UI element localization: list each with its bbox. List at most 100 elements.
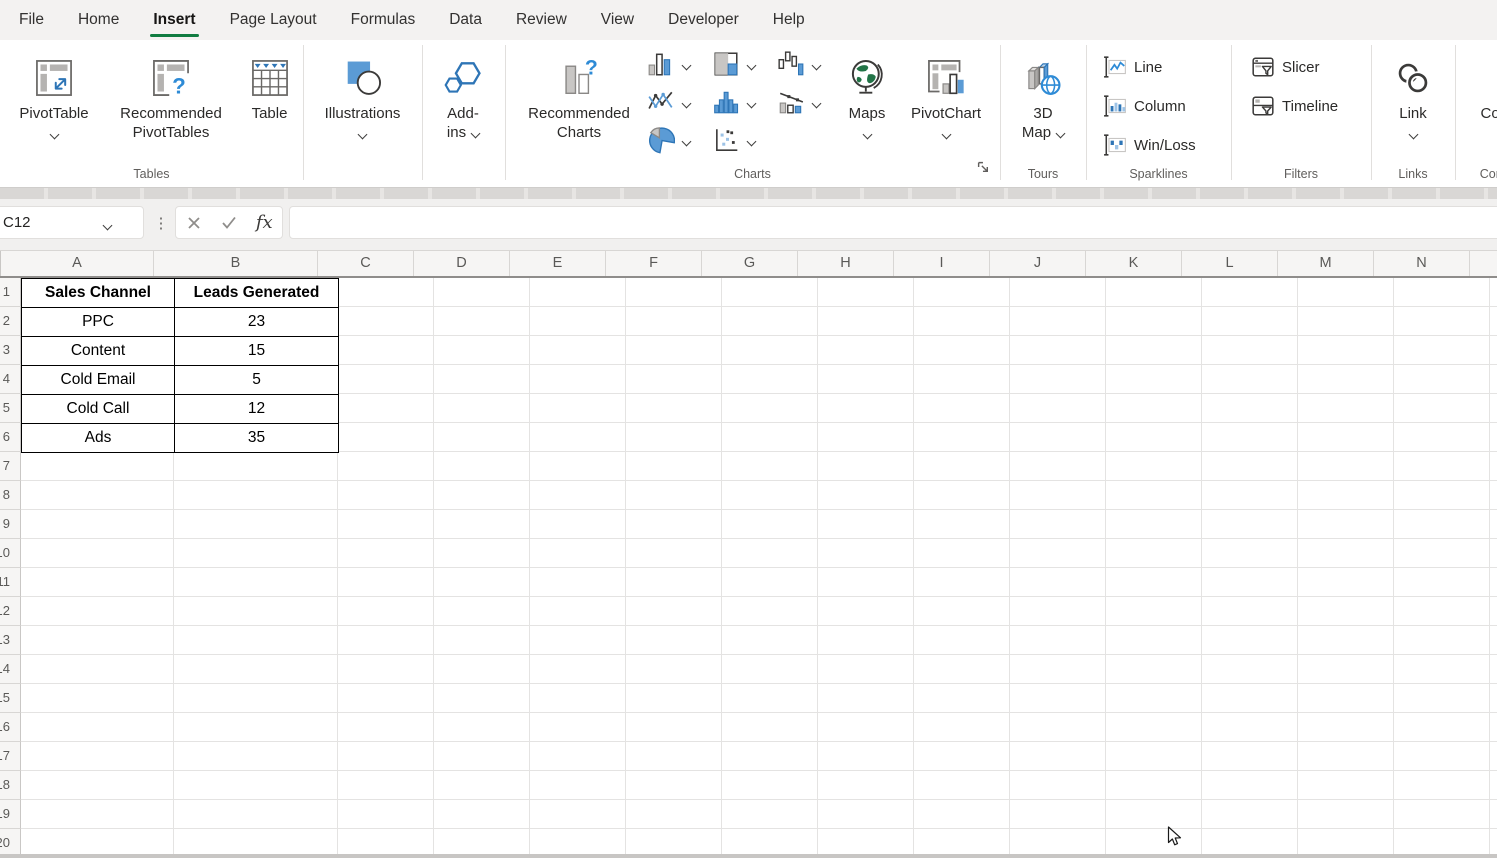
cell-e17[interactable] — [530, 742, 626, 771]
insert-statistic-chart-button[interactable] — [712, 88, 755, 116]
cell-f19[interactable] — [626, 800, 722, 829]
cell-b7[interactable] — [174, 452, 338, 481]
cell-m12[interactable] — [1298, 597, 1394, 626]
comment-button[interactable]: Comment — [1473, 43, 1497, 141]
cell-a11[interactable] — [21, 568, 174, 597]
cell-d7[interactable] — [434, 452, 530, 481]
cell-e11[interactable] — [530, 568, 626, 597]
cell-e16[interactable] — [530, 713, 626, 742]
cell-g7[interactable] — [722, 452, 818, 481]
cell-m14[interactable] — [1298, 655, 1394, 684]
cell-j1[interactable] — [1010, 278, 1106, 307]
tab-page-layout[interactable]: Page Layout — [213, 0, 334, 40]
cell-h19[interactable] — [818, 800, 914, 829]
cell-b10[interactable] — [174, 539, 338, 568]
cell-a13[interactable] — [21, 626, 174, 655]
cell-j11[interactable] — [1010, 568, 1106, 597]
cell-i18[interactable] — [914, 771, 1010, 800]
cell-j15[interactable] — [1010, 684, 1106, 713]
cell-m8[interactable] — [1298, 481, 1394, 510]
cell-j13[interactable] — [1010, 626, 1106, 655]
cell-a8[interactable] — [21, 481, 174, 510]
row-header-3[interactable]: 3 — [0, 336, 21, 365]
table-header-cell[interactable]: Leads Generated — [175, 279, 339, 308]
insert-hierarchy-chart-button[interactable] — [712, 50, 755, 78]
cell-j6[interactable] — [1010, 423, 1106, 452]
table-cell[interactable]: Ads — [22, 424, 175, 453]
cell-l1[interactable] — [1202, 278, 1298, 307]
cell-n14[interactable] — [1394, 655, 1490, 684]
cell-k11[interactable] — [1106, 568, 1202, 597]
cell-l7[interactable] — [1202, 452, 1298, 481]
cell-d1[interactable] — [434, 278, 530, 307]
cell-n7[interactable] — [1394, 452, 1490, 481]
cell-c13[interactable] — [338, 626, 434, 655]
cell-h16[interactable] — [818, 713, 914, 742]
cell-h18[interactable] — [818, 771, 914, 800]
row-header-15[interactable]: 15 — [0, 684, 21, 713]
cell-g6[interactable] — [722, 423, 818, 452]
cell-c8[interactable] — [338, 481, 434, 510]
cell-e14[interactable] — [530, 655, 626, 684]
cell-d15[interactable] — [434, 684, 530, 713]
cell-g3[interactable] — [722, 336, 818, 365]
column-header-l[interactable]: L — [1182, 251, 1278, 276]
cell-g9[interactable] — [722, 510, 818, 539]
cell-e3[interactable] — [530, 336, 626, 365]
cell-e4[interactable] — [530, 365, 626, 394]
cell-b15[interactable] — [174, 684, 338, 713]
column-header-d[interactable]: D — [414, 251, 510, 276]
cell-f2[interactable] — [626, 307, 722, 336]
cell-l4[interactable] — [1202, 365, 1298, 394]
cell-d8[interactable] — [434, 481, 530, 510]
table-cell[interactable]: 15 — [175, 337, 339, 366]
cell-e7[interactable] — [530, 452, 626, 481]
cell-m7[interactable] — [1298, 452, 1394, 481]
cell-d18[interactable] — [434, 771, 530, 800]
cell-f14[interactable] — [626, 655, 722, 684]
cell-d6[interactable] — [434, 423, 530, 452]
cell-k3[interactable] — [1106, 336, 1202, 365]
cell-g10[interactable] — [722, 539, 818, 568]
cell-i11[interactable] — [914, 568, 1010, 597]
cell-b12[interactable] — [174, 597, 338, 626]
cell-a19[interactable] — [21, 800, 174, 829]
cell-b8[interactable] — [174, 481, 338, 510]
cell-a10[interactable] — [21, 539, 174, 568]
column-header-m[interactable]: M — [1278, 251, 1374, 276]
cell-n15[interactable] — [1394, 684, 1490, 713]
cell-e9[interactable] — [530, 510, 626, 539]
cell-l13[interactable] — [1202, 626, 1298, 655]
cell-c1[interactable] — [338, 278, 434, 307]
row-header-7[interactable]: 7 — [0, 452, 21, 481]
cell-f3[interactable] — [626, 336, 722, 365]
cell-j14[interactable] — [1010, 655, 1106, 684]
cell-j19[interactable] — [1010, 800, 1106, 829]
cell-k1[interactable] — [1106, 278, 1202, 307]
cell-k2[interactable] — [1106, 307, 1202, 336]
cell-d3[interactable] — [434, 336, 530, 365]
table-header-cell[interactable]: Sales Channel — [22, 279, 175, 308]
cell-n3[interactable] — [1394, 336, 1490, 365]
cell-h3[interactable] — [818, 336, 914, 365]
cell-m18[interactable] — [1298, 771, 1394, 800]
cell-i9[interactable] — [914, 510, 1010, 539]
cell-l15[interactable] — [1202, 684, 1298, 713]
slicer-button[interactable]: Slicer — [1251, 55, 1320, 79]
cell-g13[interactable] — [722, 626, 818, 655]
maps-button[interactable]: Maps — [836, 43, 898, 141]
cell-f12[interactable] — [626, 597, 722, 626]
tab-data[interactable]: Data — [432, 0, 499, 40]
cell-m9[interactable] — [1298, 510, 1394, 539]
cell-l3[interactable] — [1202, 336, 1298, 365]
recommended-charts-button[interactable]: ? Recommended Charts — [515, 43, 643, 142]
cell-m13[interactable] — [1298, 626, 1394, 655]
cell-d13[interactable] — [434, 626, 530, 655]
row-header-9[interactable]: 9 — [0, 510, 21, 539]
cell-c16[interactable] — [338, 713, 434, 742]
cell-e8[interactable] — [530, 481, 626, 510]
cell-k5[interactable] — [1106, 394, 1202, 423]
table-cell[interactable]: 35 — [175, 424, 339, 453]
row-header-13[interactable]: 13 — [0, 626, 21, 655]
column-header-a[interactable]: A — [1, 251, 154, 276]
